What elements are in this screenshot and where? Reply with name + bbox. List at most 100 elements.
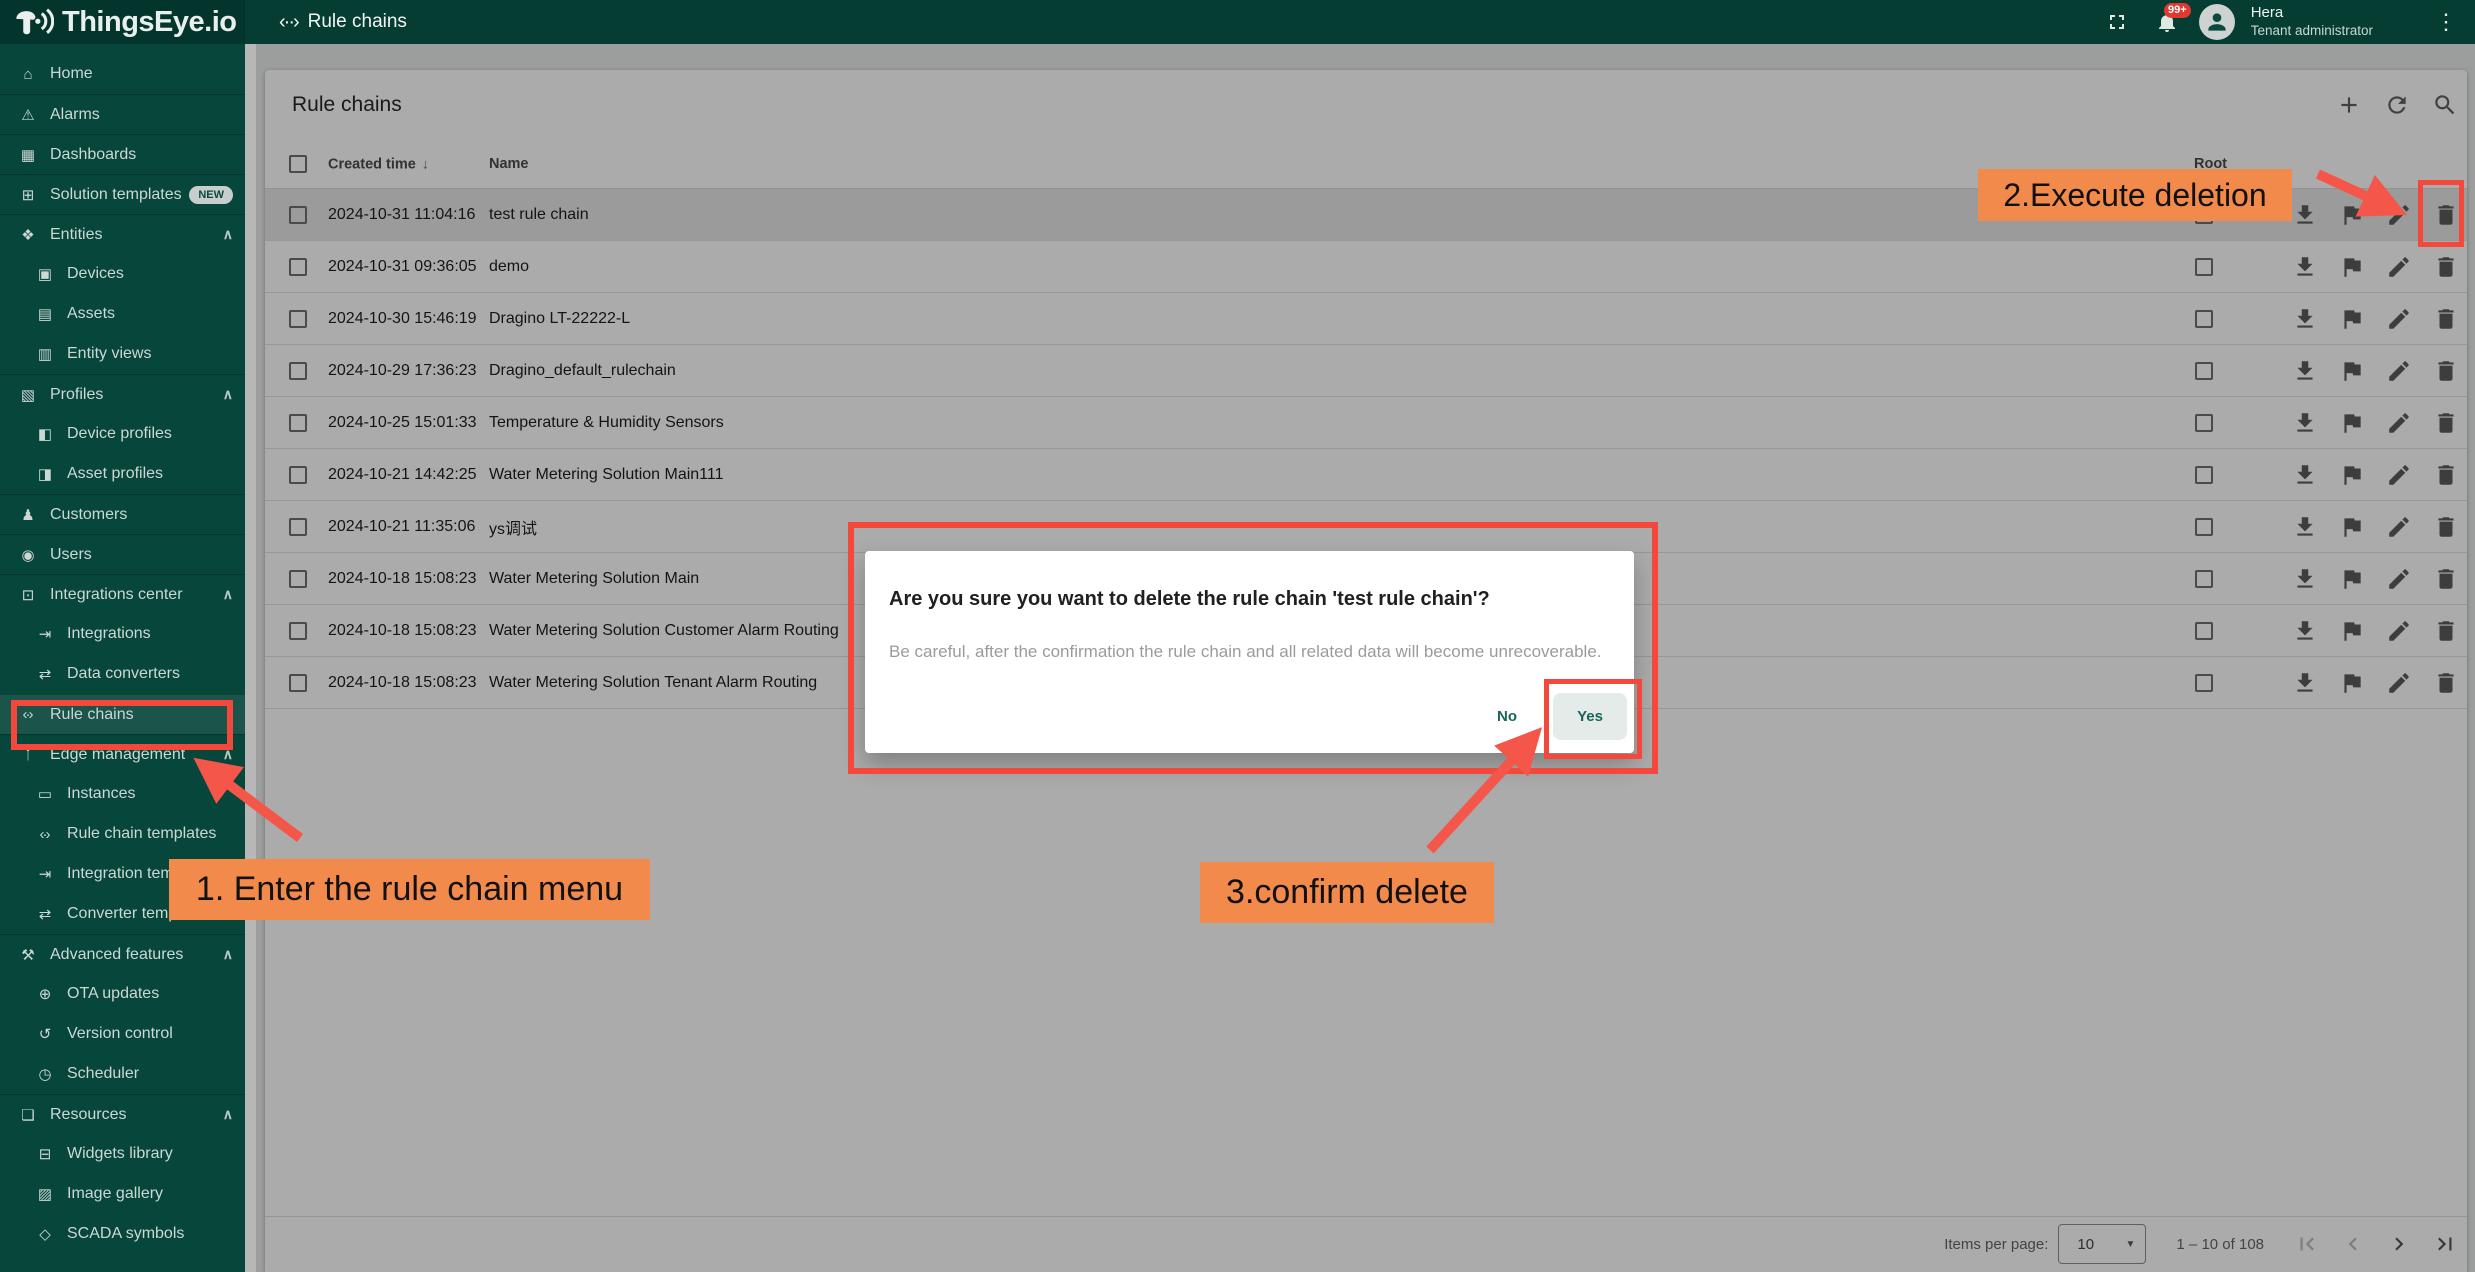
sidebar-item-dashboards[interactable]: ▦ Dashboards — [0, 134, 245, 174]
sidebar-item-icon: ▨ — [32, 1185, 56, 1203]
annotation-step2: 2.Execute deletion — [1978, 169, 2292, 221]
sidebar-item-icon: ‹·› — [32, 826, 56, 843]
sidebar-item-entity-views[interactable]: ▥ Entity views — [0, 334, 245, 374]
sidebar-item-assets[interactable]: ▤ Assets — [0, 294, 245, 334]
sidebar-item-version-control[interactable]: ↺ Version control — [0, 1014, 245, 1054]
sidebar-item-label: Solution templates — [50, 186, 182, 204]
dialog-title: Are you sure you want to delete the rule… — [889, 588, 1490, 611]
sidebar-item-label: Resources — [50, 1106, 126, 1124]
sidebar-item-ota-updates[interactable]: ⊕ OTA updates — [0, 974, 245, 1014]
sidebar-item-devices[interactable]: ▣ Devices — [0, 254, 245, 294]
sidebar-item-users[interactable]: ◉ Users — [0, 534, 245, 574]
sidebar-scrollbar[interactable] — [245, 44, 256, 1272]
sidebar-item-solution-templates[interactable]: ⊞ Solution templates NEW — [0, 174, 245, 214]
sidebar-item-label: Assets — [67, 305, 115, 323]
top-bar: ThingsEye.io ‹··› Rule chains 99+ Hera T… — [0, 0, 2475, 44]
sidebar-item-label: Alarms — [50, 106, 100, 124]
sidebar-item-icon: ⇄ — [32, 665, 56, 683]
sidebar-item-label: Devices — [67, 265, 124, 283]
user-name: Hera — [2251, 4, 2373, 23]
sidebar-item-icon: ▤ — [32, 305, 56, 323]
sidebar-item-icon: ❏ — [15, 1106, 39, 1124]
sidebar-item-edge-management[interactable]: ᛉ Edge management ∧ — [0, 734, 245, 774]
sidebar-item-integrations-center[interactable]: ⊡ Integrations center ∧ — [0, 574, 245, 614]
sidebar-item-integrations[interactable]: ⇥ Integrations — [0, 614, 245, 654]
sidebar-item-icon: ◨ — [32, 465, 56, 483]
sidebar-item-icon: ▦ — [15, 146, 39, 164]
sidebar-item-label: Edge management — [50, 746, 185, 764]
sidebar-item-icon: ⊞ — [15, 186, 39, 204]
sidebar-item-rule-chain-templates[interactable]: ‹·› Rule chain templates — [0, 814, 245, 854]
breadcrumb: ‹··› Rule chains — [279, 11, 407, 34]
sidebar-item-alarms[interactable]: ⚠ Alarms — [0, 94, 245, 134]
sidebar-item-customers[interactable]: ♟ Customers — [0, 494, 245, 534]
sidebar-item-icon: ⌂ — [15, 66, 39, 83]
sidebar-item-icon: ‹·› — [15, 706, 39, 723]
no-button[interactable]: No — [1483, 698, 1531, 735]
sidebar-item-home[interactable]: ⌂ Home — [0, 54, 245, 94]
avatar[interactable] — [2199, 4, 2235, 40]
user-info[interactable]: Hera Tenant administrator — [2251, 4, 2373, 40]
sidebar-item-icon: ▭ — [32, 785, 56, 803]
sidebar-item-label: Integrations center — [50, 586, 183, 604]
sidebar-item-label: Entities — [50, 226, 102, 244]
sidebar-item-label: OTA updates — [67, 985, 159, 1003]
sidebar-item-icon: ◧ — [32, 425, 56, 443]
sidebar-item-advanced-features[interactable]: ⚒ Advanced features ∧ — [0, 934, 245, 974]
sidebar-item-label: Asset profiles — [67, 465, 163, 483]
sidebar-item-data-converters[interactable]: ⇄ Data converters — [0, 654, 245, 694]
sidebar-item-label: Entity views — [67, 345, 151, 363]
sidebar-item-label: Device profiles — [67, 425, 172, 443]
breadcrumb-label: Rule chains — [308, 11, 407, 33]
chevron-up-icon: ∧ — [223, 586, 233, 603]
rule-chain-icon: ‹··› — [279, 11, 298, 34]
sidebar-item-label: Users — [50, 546, 92, 564]
sidebar-item-icon: ▧ — [15, 386, 39, 404]
sidebar-item-scheduler[interactable]: ◷ Scheduler — [0, 1054, 245, 1094]
yes-button[interactable]: Yes — [1553, 693, 1627, 740]
new-badge: NEW — [189, 186, 233, 204]
sidebar-item-icon: ᛉ — [15, 746, 39, 763]
logo[interactable]: ThingsEye.io — [0, 0, 245, 44]
logo-icon — [14, 6, 54, 38]
chevron-up-icon: ∧ — [223, 746, 233, 763]
sidebar-item-instances[interactable]: ▭ Instances — [0, 774, 245, 814]
sidebar-item-icon: ⇥ — [32, 865, 56, 883]
sidebar-item-resources[interactable]: ❏ Resources ∧ — [0, 1094, 245, 1134]
sidebar-item-rule-chains[interactable]: ‹·› Rule chains — [0, 694, 245, 734]
sidebar-item-image-gallery[interactable]: ▨ Image gallery — [0, 1174, 245, 1214]
sidebar-item-asset-profiles[interactable]: ◨ Asset profiles — [0, 454, 245, 494]
chevron-up-icon: ∧ — [223, 386, 233, 403]
sidebar-item-icon: ◷ — [32, 1065, 56, 1083]
sidebar-item-label: Rule chain templates — [67, 825, 216, 843]
sidebar-item-label: Home — [50, 65, 93, 83]
sidebar-item-icon: ▥ — [32, 345, 56, 363]
sidebar-item-icon: ↺ — [32, 1025, 56, 1043]
sidebar-item-icon: ❖ — [15, 226, 39, 244]
kebab-menu-icon[interactable]: ⋮ — [2427, 9, 2465, 35]
sidebar-item-scada-symbols[interactable]: ◇ SCADA symbols — [0, 1214, 245, 1254]
chevron-up-icon: ∧ — [223, 946, 233, 963]
sidebar-item-icon: ⚠ — [15, 106, 39, 124]
sidebar-item-entities[interactable]: ❖ Entities ∧ — [0, 214, 245, 254]
sidebar-item-label: Image gallery — [67, 1185, 163, 1203]
sidebar-item-label: Profiles — [50, 386, 103, 404]
notifications-bell-icon[interactable]: 99+ — [2149, 4, 2185, 40]
logo-text: ThingsEye.io — [62, 6, 236, 39]
sidebar-item-label: Widgets library — [67, 1145, 173, 1163]
fullscreen-icon[interactable] — [2099, 4, 2135, 40]
sidebar-item-label: Data converters — [67, 665, 180, 683]
sidebar-item-icon: ⊟ — [32, 1145, 56, 1163]
sidebar-item-icon: ⊕ — [32, 985, 56, 1003]
sidebar-item-label: Rule chains — [50, 706, 134, 724]
sidebar-item-label: Instances — [67, 785, 135, 803]
sidebar-item-widgets-library[interactable]: ⊟ Widgets library — [0, 1134, 245, 1174]
sidebar-item-label: Version control — [67, 1025, 173, 1043]
sidebar-item-device-profiles[interactable]: ◧ Device profiles — [0, 414, 245, 454]
sidebar-item-icon: ⚒ — [15, 946, 39, 964]
sidebar-item-label: Dashboards — [50, 146, 136, 164]
annotation-step1: 1. Enter the rule chain menu — [169, 859, 650, 920]
sidebar-item-icon: ⇄ — [32, 905, 56, 923]
sidebar-item-profiles[interactable]: ▧ Profiles ∧ — [0, 374, 245, 414]
annotation-step3: 3.confirm delete — [1200, 862, 1494, 923]
